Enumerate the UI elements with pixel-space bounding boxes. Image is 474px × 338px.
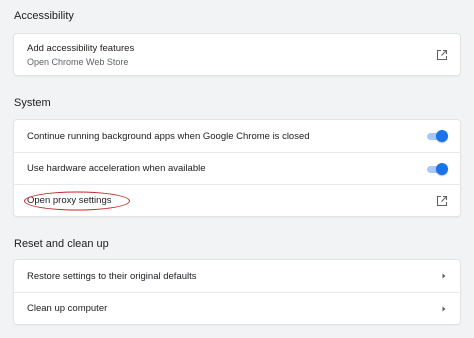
hardware-acceleration-toggle-wrap [426, 162, 448, 175]
hardware-acceleration-toggle[interactable] [426, 162, 448, 175]
system-card: Continue running background apps when Go… [14, 120, 460, 216]
section-title-system: System [14, 97, 51, 109]
hardware-acceleration-row: Use hardware acceleration when available [14, 152, 460, 184]
clean-up-computer-label: Clean up computer [27, 303, 108, 314]
external-link-icon[interactable] [436, 195, 448, 207]
arrow-right-icon [440, 305, 448, 313]
section-title-reset: Reset and clean up [14, 238, 109, 250]
background-apps-label: Continue running background apps when Go… [27, 130, 310, 142]
open-proxy-settings-row[interactable]: Open proxy settings [14, 184, 460, 216]
hardware-acceleration-label: Use hardware acceleration when available [27, 163, 206, 174]
toggle-knob [436, 130, 448, 142]
restore-settings-label: Restore settings to their original defau… [27, 270, 197, 282]
toggle-knob [436, 162, 448, 175]
add-accessibility-features-text: Add accessibility features Open Chrome W… [27, 43, 134, 67]
add-accessibility-features-label: Add accessibility features [27, 42, 135, 54]
accessibility-card: Add accessibility features Open Chrome W… [14, 34, 460, 75]
add-accessibility-features-row[interactable]: Add accessibility features Open Chrome W… [14, 34, 460, 75]
clean-up-computer-row[interactable]: Clean up computer [14, 292, 460, 324]
open-proxy-settings-label: Open proxy settings [27, 195, 112, 206]
section-title-accessibility: Accessibility [14, 10, 74, 22]
external-link-icon[interactable] [436, 49, 448, 61]
restore-settings-row[interactable]: Restore settings to their original defau… [14, 260, 460, 292]
open-chrome-web-store-sublabel: Open Chrome Web Store [27, 56, 129, 67]
background-apps-toggle-wrap [426, 130, 448, 142]
background-apps-row: Continue running background apps when Go… [14, 120, 460, 152]
arrow-right-icon [440, 272, 448, 280]
background-apps-toggle[interactable] [426, 130, 448, 142]
reset-card: Restore settings to their original defau… [14, 260, 460, 324]
